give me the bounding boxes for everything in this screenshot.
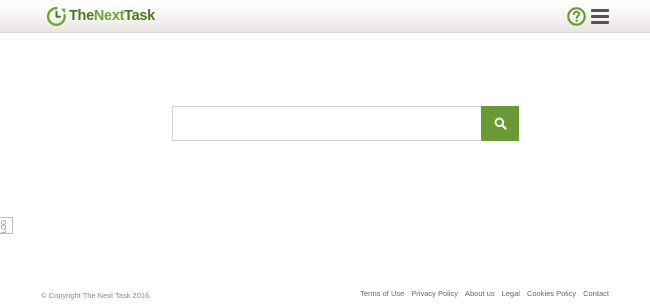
- footer-link-legal[interactable]: Legal: [502, 289, 520, 298]
- header-bar: TheNextTask: [0, 0, 650, 33]
- question-circle-icon: [567, 7, 586, 26]
- search-button[interactable]: [481, 106, 519, 141]
- help-button[interactable]: [567, 7, 586, 26]
- footer-link-cookies-policy[interactable]: Cookies Policy: [527, 289, 576, 298]
- search-input[interactable]: [172, 106, 481, 141]
- footer-link-privacy-policy[interactable]: Privacy Policy: [411, 289, 458, 298]
- footer-link-about-us[interactable]: About us: [465, 289, 495, 298]
- logo-text-task: Task: [124, 8, 155, 24]
- page: TheNextTask LOG © Copyright The Next Tas…: [0, 0, 650, 305]
- side-tab-label: LOG: [1, 220, 8, 234]
- clock-arrow-icon: [46, 6, 67, 27]
- footer-links: Terms of Use Privacy Policy About us Leg…: [360, 289, 609, 298]
- footer-link-contact[interactable]: Contact: [583, 289, 609, 298]
- search-icon: [494, 117, 507, 130]
- hamburger-menu-icon: [591, 15, 609, 18]
- footer-link-terms-of-use[interactable]: Terms of Use: [360, 289, 404, 298]
- side-feedback-tab[interactable]: LOG: [0, 217, 13, 234]
- logo-text-the: The: [69, 8, 94, 24]
- copyright-text: © Copyright The Next Task 2016: [41, 291, 150, 300]
- hamburger-menu-icon: [591, 21, 609, 24]
- logo-text-next: Next: [93, 8, 125, 24]
- menu-button[interactable]: [591, 9, 609, 24]
- hamburger-menu-icon: [591, 9, 609, 12]
- logo-text: TheNextTask: [69, 8, 155, 24]
- logo[interactable]: TheNextTask: [46, 5, 155, 27]
